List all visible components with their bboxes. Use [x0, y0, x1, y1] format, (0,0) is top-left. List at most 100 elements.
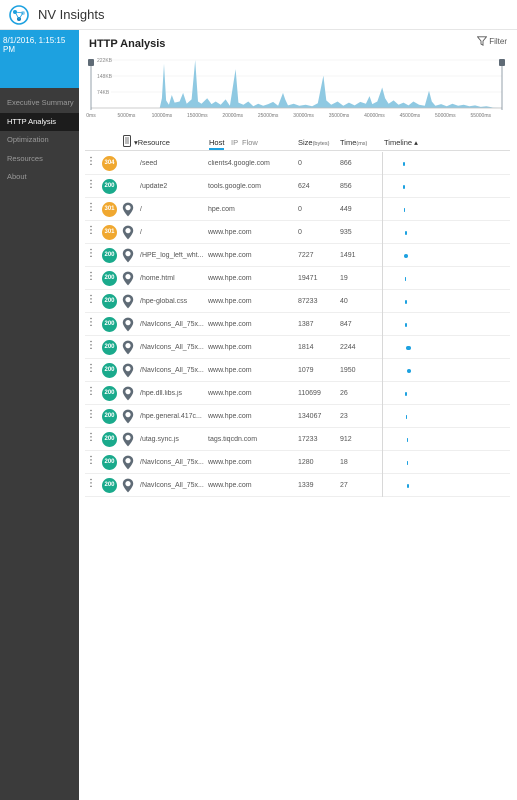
row-menu-icon[interactable]: ⋮ — [86, 455, 96, 467]
row-menu-icon[interactable]: ⋮ — [86, 179, 96, 191]
resource-cell[interactable]: /home.html — [140, 275, 206, 282]
sidebar-item-optimization[interactable]: Optimization — [0, 131, 79, 150]
row-menu-icon[interactable]: ⋮ — [86, 202, 96, 214]
timeline-divider — [382, 382, 383, 405]
chart-x-tick-label: 40000ms — [364, 113, 385, 119]
timeline-bar — [404, 231, 407, 235]
resource-cell[interactable]: /hpe-global.css — [140, 298, 206, 305]
table-row[interactable]: ⋮ 200/hpe.general.417c... www.hpe.com 13406… — [85, 405, 510, 428]
table-row[interactable]: ⋮ 200/update2 tools.google.com 624 856 — [85, 175, 510, 198]
host-cell: www.hpe.com — [208, 459, 252, 466]
chart-y-tick-label: 222KB — [97, 58, 113, 64]
resource-cell[interactable]: /hpe.dll.libs.js — [140, 390, 206, 397]
row-menu-icon[interactable]: ⋮ — [86, 225, 96, 237]
location-pin-icon — [122, 225, 134, 240]
host-cell: tags.tiqcdn.com — [208, 436, 258, 443]
size-cell: 19471 — [298, 275, 318, 282]
column-resource-label: Resource — [137, 138, 170, 147]
timeline-divider — [382, 221, 383, 244]
row-menu-icon[interactable]: ⋮ — [86, 340, 96, 352]
timeline-divider — [382, 336, 383, 359]
resource-cell[interactable]: /NavIcons_All_75x... — [140, 344, 206, 351]
table-row[interactable]: ⋮ 301 /www.hpe.com 0 935 — [85, 221, 510, 244]
timeline-divider — [382, 474, 383, 497]
table-row[interactable]: ⋮ 200/NavIcons_All_75x... www.hpe.com 1079 1… — [85, 359, 510, 382]
column-timeline-label: Timeline — [384, 138, 413, 147]
row-menu-icon[interactable]: ⋮ — [86, 363, 96, 375]
tab-host[interactable]: Host — [209, 138, 225, 150]
timeline-bar — [404, 208, 406, 212]
resource-cell[interactable]: /HPE_log_left_wht... — [140, 252, 206, 259]
column-resource[interactable]: ▾Resource — [134, 138, 170, 147]
status-badge: 200 — [102, 179, 117, 194]
sidebar-item-resources[interactable]: Resources — [0, 150, 79, 169]
location-pin-icon — [122, 363, 134, 378]
row-menu-icon[interactable]: ⋮ — [86, 156, 96, 168]
resource-cell[interactable]: /NavIcons_All_75x... — [140, 482, 206, 489]
resource-cell[interactable]: /utag.sync.js — [140, 436, 206, 443]
row-menu-icon[interactable]: ⋮ — [86, 478, 96, 490]
timeline-divider — [382, 451, 383, 474]
time-cell: 856 — [340, 183, 352, 190]
timeline-divider — [382, 359, 383, 382]
tab-ip[interactable]: IP — [231, 138, 238, 147]
filter-label: Filter — [489, 36, 507, 46]
table-row[interactable]: ⋮ 200/utag.sync.js tags.tiqcdn.com 17233 912 — [85, 428, 510, 451]
row-menu-icon[interactable]: ⋮ — [86, 317, 96, 329]
table-row[interactable]: ⋮ 200/hpe-global.css www.hpe.com 87233 40 — [85, 290, 510, 313]
table-row[interactable]: ⋮ 200/hpe.dll.libs.js www.hpe.com 110699 26 — [85, 382, 510, 405]
table-row[interactable]: ⋮ 301 /hpe.com 0 449 — [85, 198, 510, 221]
status-badge: 301 — [102, 225, 117, 240]
resource-cell[interactable]: /NavIcons_All_75x... — [140, 459, 206, 466]
table-row[interactable]: ⋮ 200/NavIcons_All_75x... www.hpe.com 1339 2… — [85, 474, 510, 497]
size-cell: 134067 — [298, 413, 322, 420]
location-pin-icon — [122, 317, 134, 332]
resource-cell[interactable]: / — [140, 229, 206, 236]
filter-button[interactable]: Filter — [477, 36, 507, 46]
resource-cell[interactable]: /hpe.general.417c... — [140, 413, 206, 420]
host-cell: hpe.com — [208, 206, 235, 213]
chart-x-tick-label: 20000ms — [222, 113, 243, 119]
time-cell: 40 — [340, 298, 348, 305]
chart-y-tick-label: 74KB — [97, 90, 110, 96]
row-menu-icon[interactable]: ⋮ — [86, 432, 96, 444]
resource-cell[interactable]: /seed — [140, 160, 206, 167]
sidebar-item-about[interactable]: About — [0, 168, 79, 187]
sidebar-item-executive-summary[interactable]: Executive Summary — [0, 94, 79, 113]
column-size-unit: (bytes) — [312, 141, 330, 147]
timeline-sort-icon: ▴ — [414, 138, 418, 147]
resource-cell[interactable]: / — [140, 206, 206, 213]
range-end-handle — [499, 59, 505, 66]
chart-x-tick-label: 0ms — [86, 113, 96, 119]
sidebar-item-http-analysis[interactable]: HTTP Analysis — [0, 112, 79, 131]
column-time[interactable]: Time(ms) — [340, 138, 367, 147]
table-header: ▾Resource Host IP Flow Size(bytes) Time(… — [85, 135, 510, 151]
location-pin-icon — [122, 294, 134, 309]
host-cell: www.hpe.com — [208, 344, 252, 351]
table-row[interactable]: ⋮ 200/NavIcons_All_75x... www.hpe.com 1387 8… — [85, 313, 510, 336]
timeline-divider — [382, 244, 383, 267]
location-pin-icon — [122, 386, 134, 401]
table-row[interactable]: ⋮ 200/NavIcons_All_75x... www.hpe.com 1814 2… — [85, 336, 510, 359]
resource-cell[interactable]: /NavIcons_All_75x... — [140, 321, 206, 328]
resource-cell[interactable]: /NavIcons_All_75x... — [140, 367, 206, 374]
table-row[interactable]: ⋮ 304/seed clients4.google.com 0 866 — [85, 152, 510, 175]
device-icon[interactable] — [123, 135, 131, 149]
row-menu-icon[interactable]: ⋮ — [86, 271, 96, 283]
tab-flow[interactable]: Flow — [242, 138, 258, 147]
chart-x-tick-label: 25000ms — [258, 113, 279, 119]
table-row[interactable]: ⋮ 200/home.html www.hpe.com 19471 19 — [85, 267, 510, 290]
table-row[interactable]: ⋮ 200/NavIcons_All_75x... www.hpe.com 1280 1… — [85, 451, 510, 474]
row-menu-icon[interactable]: ⋮ — [86, 248, 96, 260]
resource-cell[interactable]: /update2 — [140, 183, 206, 190]
table-row[interactable]: ⋮ 200/HPE_log_left_wht... www.hpe.com 7227 1… — [85, 244, 510, 267]
status-badge: 200 — [102, 363, 117, 378]
location-pin-icon — [122, 248, 134, 263]
timeline-bar — [406, 461, 409, 465]
row-menu-icon[interactable]: ⋮ — [86, 386, 96, 398]
timeline-bar — [407, 484, 409, 488]
column-size[interactable]: Size(bytes) — [298, 138, 329, 147]
row-menu-icon[interactable]: ⋮ — [86, 294, 96, 306]
row-menu-icon[interactable]: ⋮ — [86, 409, 96, 421]
column-timeline[interactable]: Timeline ▴ — [384, 138, 418, 147]
